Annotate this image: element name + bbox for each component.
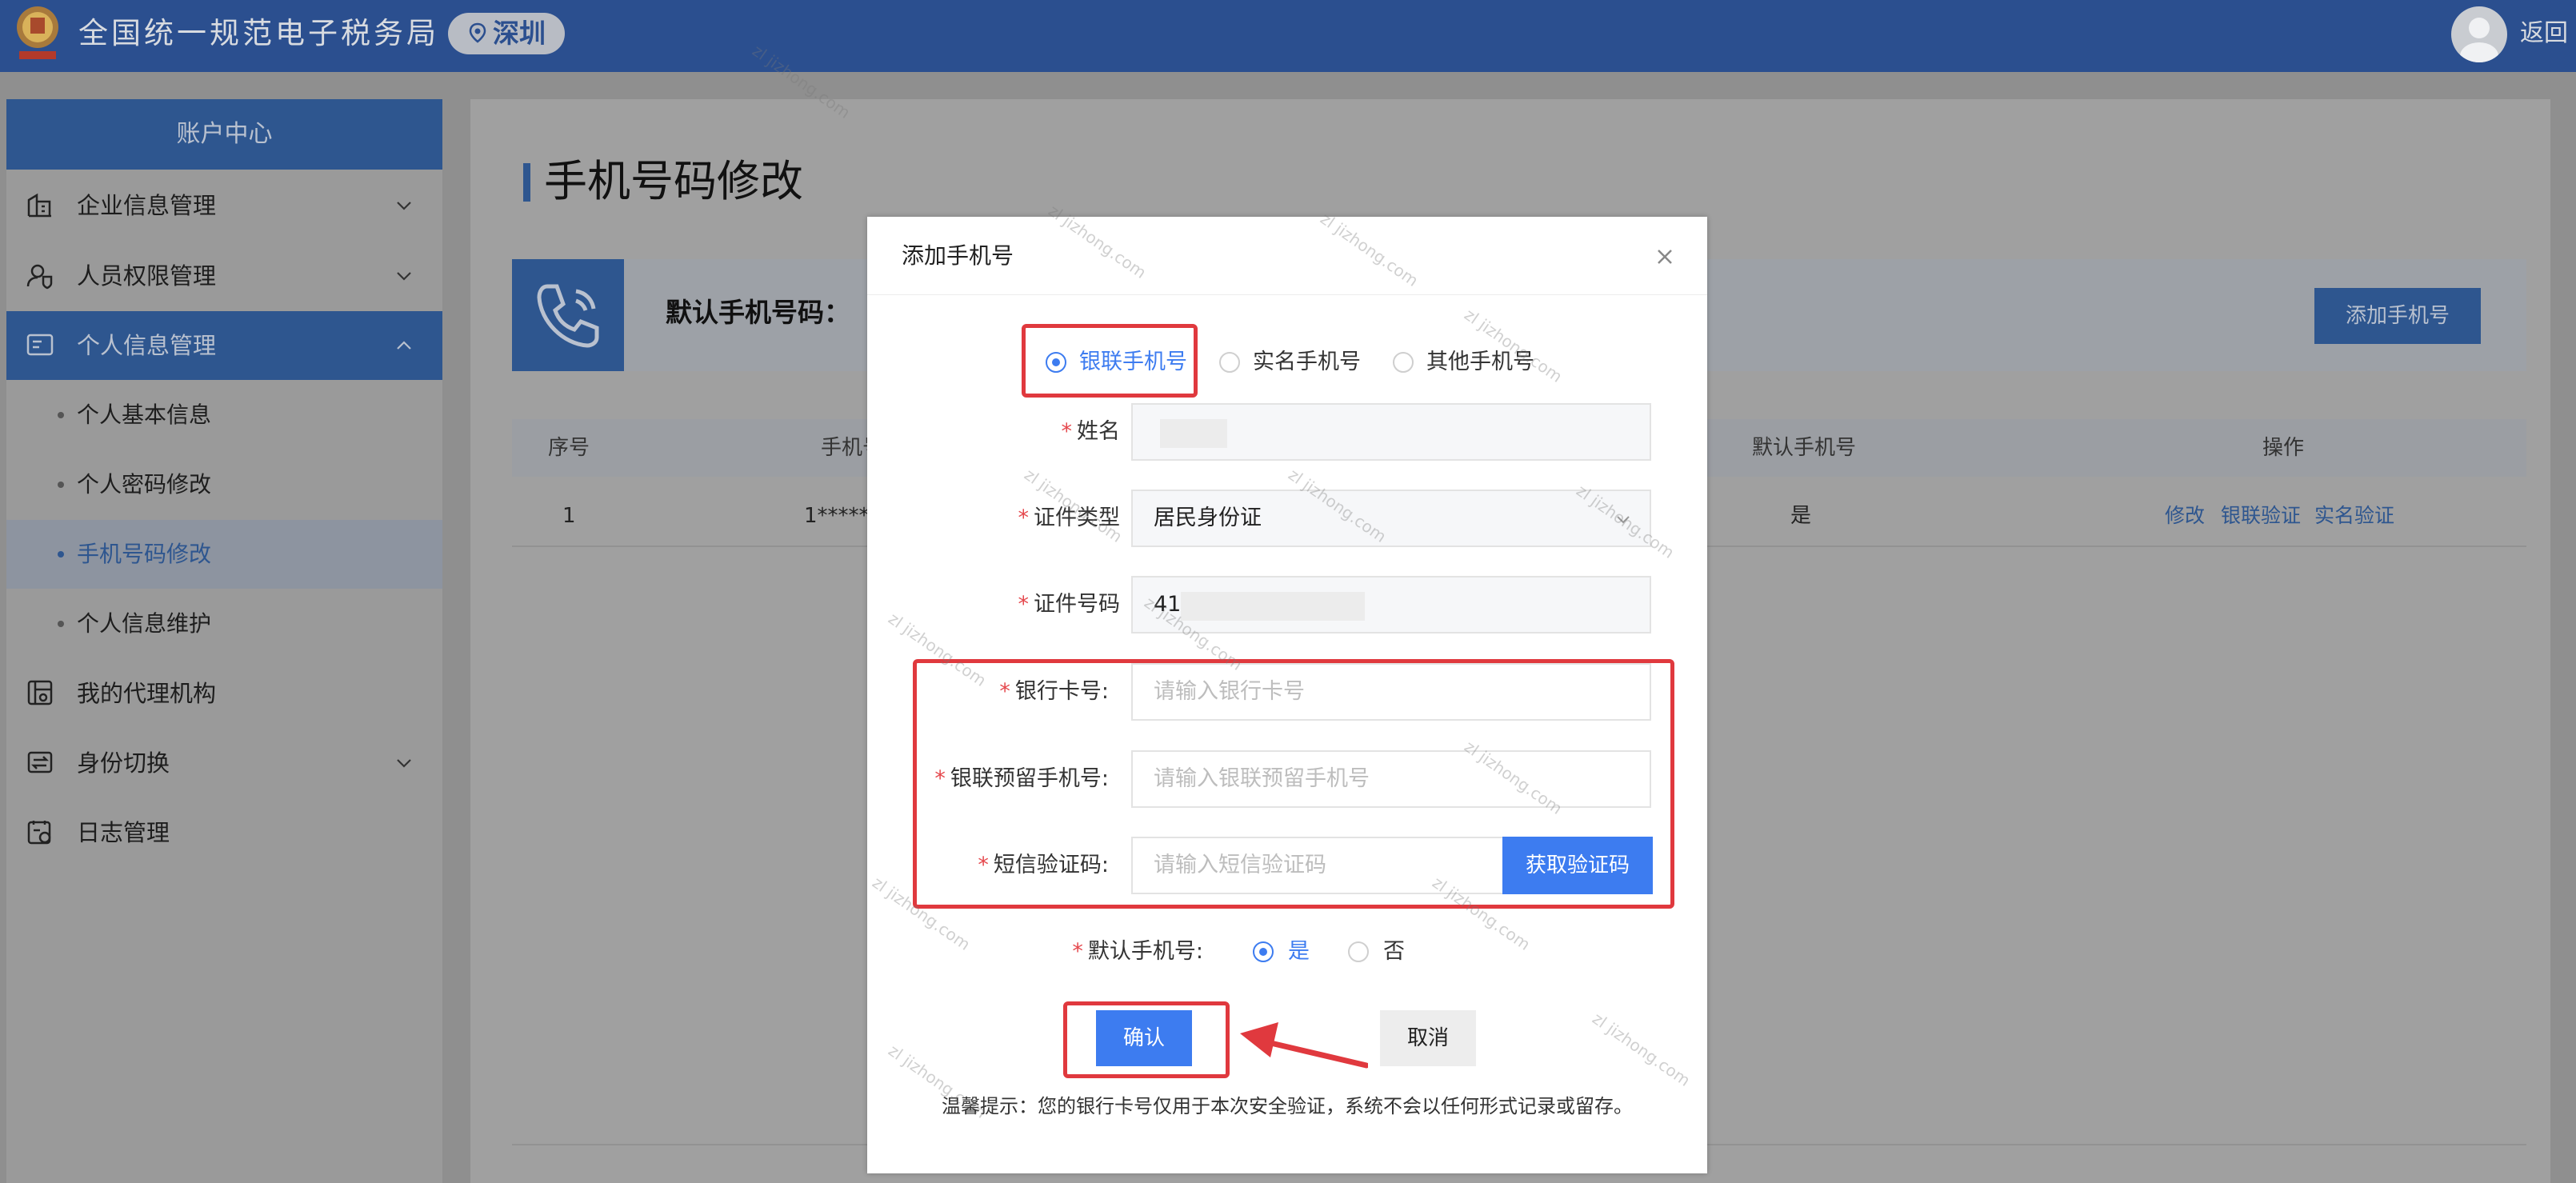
chevron-down-icon xyxy=(394,753,414,773)
agency-icon xyxy=(26,678,54,707)
sub-item-label: 个人基本信息 xyxy=(77,402,212,428)
bullet-dot xyxy=(58,621,64,627)
sub-item-maintenance[interactable]: 个人信息维护 xyxy=(6,590,442,658)
chevron-down-icon xyxy=(394,266,414,286)
redacted-value xyxy=(1181,592,1365,621)
sub-item-password[interactable]: 个人密码修改 xyxy=(6,450,442,519)
bullet-dot xyxy=(58,482,64,488)
building-icon xyxy=(26,190,54,219)
column-header: 操作 xyxy=(2262,436,2305,460)
row-index: 1 xyxy=(562,504,576,528)
site-title: 全国统一规范电子税务局 xyxy=(78,16,439,50)
sidebar-item-personal-info[interactable]: 个人信息管理 xyxy=(6,311,442,380)
radio-realname[interactable] xyxy=(1219,352,1240,373)
label-text: 默认手机号: xyxy=(1087,939,1203,964)
sidebar-item-agency[interactable]: 我的代理机构 xyxy=(6,659,442,728)
column-header: 默认手机号 xyxy=(1752,436,1857,460)
sub-item-basic-info[interactable]: 个人基本信息 xyxy=(6,381,442,450)
row-default: 是 xyxy=(1790,504,1812,528)
sidebar-item-enterprise-info[interactable]: 企业信息管理 xyxy=(6,171,442,240)
user-shield-icon xyxy=(26,261,54,290)
dialog-title: 添加手机号 xyxy=(902,242,1014,269)
default-phone-label: 默认手机号码： xyxy=(666,297,850,328)
chevron-up-icon xyxy=(394,335,414,356)
column-header: 序号 xyxy=(548,436,590,460)
label-text: 证件号码 xyxy=(1034,592,1120,617)
region-selector[interactable]: 深圳 xyxy=(448,13,565,54)
sub-item-label: 个人信息维护 xyxy=(77,610,212,637)
dialog-divider xyxy=(867,294,1707,295)
switch-icon xyxy=(26,748,54,777)
sub-item-phone[interactable]: 手机号码修改 xyxy=(6,520,442,589)
sidebar-item-permissions[interactable]: 人员权限管理 xyxy=(6,242,442,310)
sidebar-item-label: 身份切换 xyxy=(77,749,170,777)
select-value: 居民身份证 xyxy=(1154,506,1262,530)
sidebar-item-label: 我的代理机构 xyxy=(77,680,217,707)
add-phone-button[interactable]: 添加手机号 xyxy=(2314,288,2481,344)
radio-default-yes[interactable] xyxy=(1253,941,1274,962)
unionpay-verify-link[interactable]: 银联验证 xyxy=(2221,500,2301,532)
name-field[interactable] xyxy=(1131,403,1651,461)
sidebar-title: 账户中心 xyxy=(6,99,442,170)
radio-label: 实名手机号 xyxy=(1253,350,1361,374)
tax-bureau-logo xyxy=(11,3,64,62)
sidebar-item-identity-switch[interactable]: 身份切换 xyxy=(6,729,442,797)
redacted-value xyxy=(1160,419,1227,448)
radio-label: 是 xyxy=(1288,939,1310,964)
sidebar-item-label: 个人信息管理 xyxy=(77,332,217,359)
highlight-bank-fields xyxy=(913,659,1674,909)
arrow-annotation-icon xyxy=(1232,1014,1370,1070)
bullet-dot xyxy=(58,551,64,558)
sidebar-item-label: 人员权限管理 xyxy=(77,262,217,290)
log-icon xyxy=(26,817,54,846)
highlight-unionpay-option xyxy=(1022,324,1198,398)
radio-other[interactable] xyxy=(1393,352,1414,373)
close-icon[interactable] xyxy=(1653,245,1677,269)
id-type-select[interactable]: 居民身份证 xyxy=(1131,490,1651,547)
sub-item-label: 手机号码修改 xyxy=(77,541,212,567)
sidebar-item-label: 企业信息管理 xyxy=(77,192,217,219)
radio-label: 否 xyxy=(1383,939,1405,964)
radio-default-no[interactable] xyxy=(1348,941,1369,962)
sidebar-item-label: 日志管理 xyxy=(77,819,170,846)
id-card-icon xyxy=(26,330,54,359)
chevron-down-icon xyxy=(394,195,414,216)
user-avatar[interactable] xyxy=(2451,6,2507,62)
name-label: * 姓名 xyxy=(1061,419,1121,444)
id-number-label: * 证件号码 xyxy=(1018,592,1121,617)
back-link[interactable]: 返回 xyxy=(2520,18,2568,50)
security-tip: 温馨提示：您的银行卡号仅用于本次安全验证，系统不会以任何形式记录或留存。 xyxy=(942,1095,1633,1117)
label-text: 姓名 xyxy=(1077,419,1120,444)
phone-icon xyxy=(512,259,624,371)
page-title: 手机号码修改 xyxy=(544,156,803,206)
bullet-dot xyxy=(58,412,64,418)
sub-item-label: 个人密码修改 xyxy=(77,471,212,498)
cancel-button[interactable]: 取消 xyxy=(1380,1010,1476,1066)
page-title-accent xyxy=(523,163,530,202)
location-pin-icon xyxy=(467,22,488,43)
sidebar-item-logs[interactable]: 日志管理 xyxy=(6,798,442,867)
id-number-field[interactable]: 41 xyxy=(1131,576,1651,633)
realname-verify-link[interactable]: 实名验证 xyxy=(2314,500,2394,532)
highlight-confirm xyxy=(1063,1001,1230,1078)
edit-link[interactable]: 修改 xyxy=(2165,500,2205,532)
